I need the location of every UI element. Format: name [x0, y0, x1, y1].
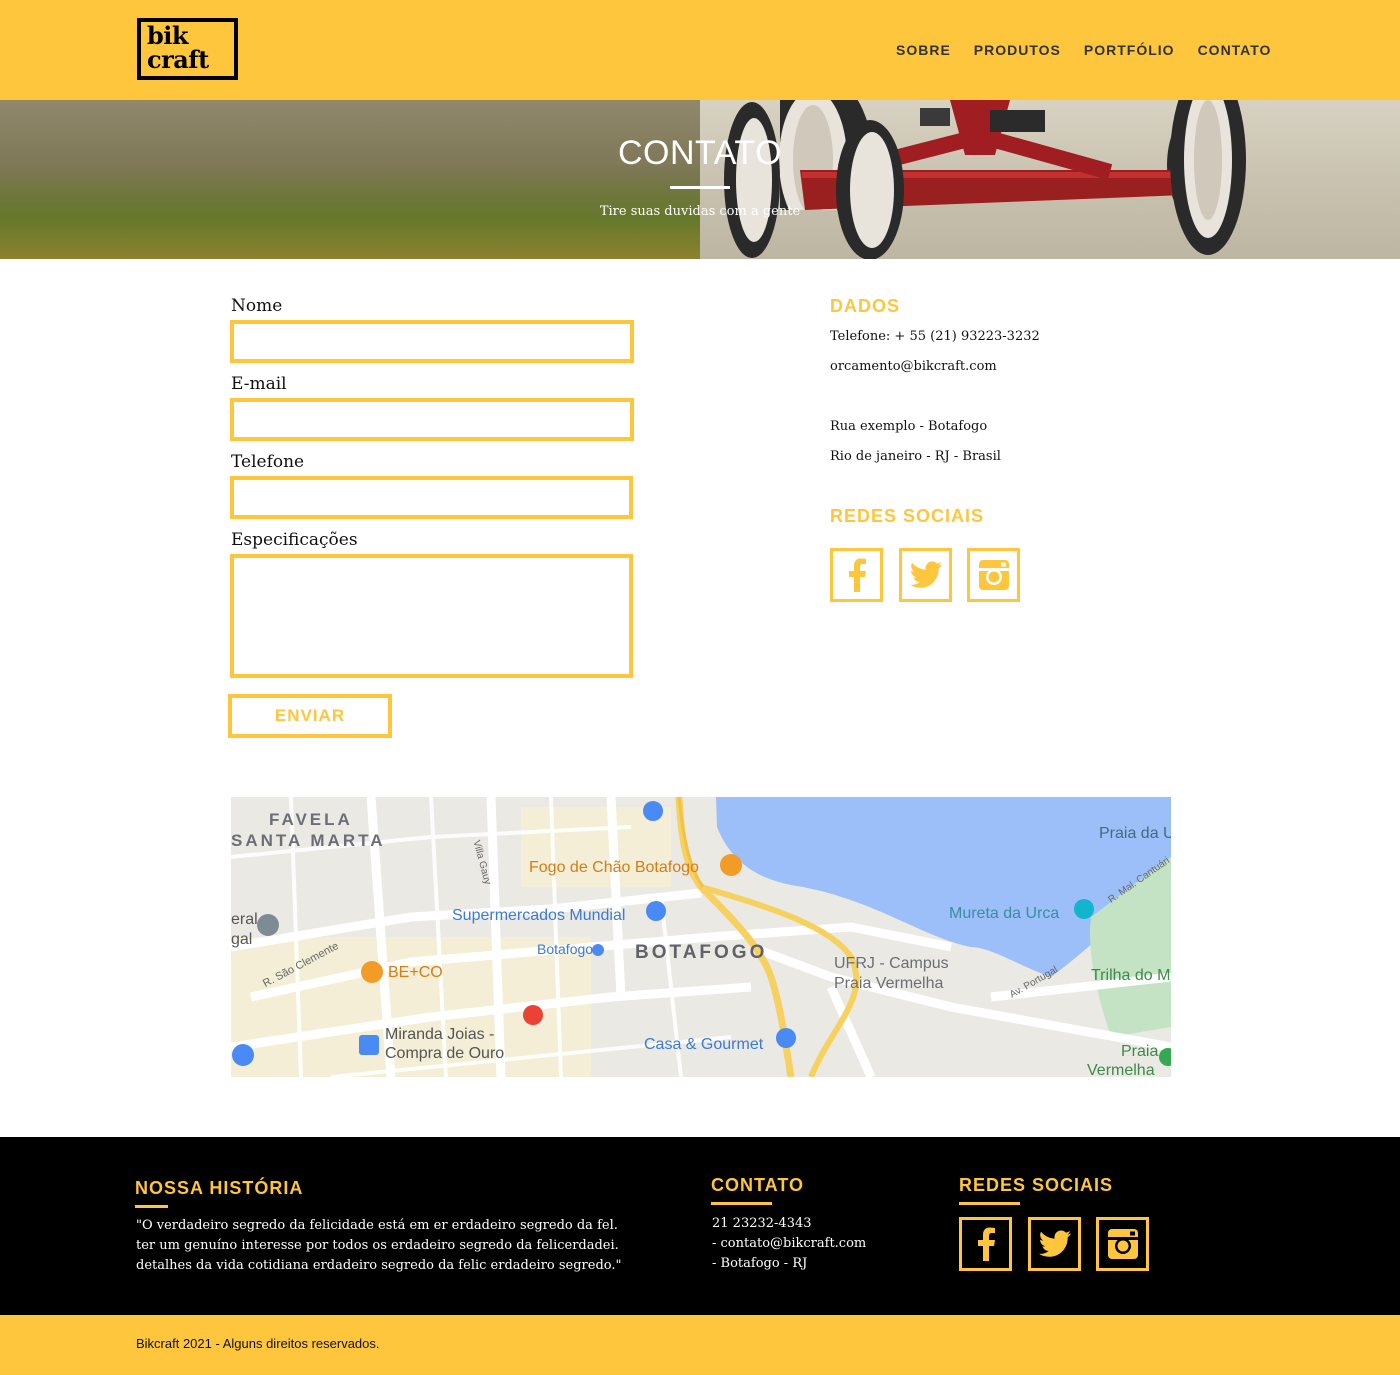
facebook-link[interactable] — [830, 548, 883, 602]
copyright-text: Bikcraft 2021 - Alguns direitos reservad… — [136, 1336, 380, 1351]
nav-link-produtos[interactable]: PRODUTOS — [974, 42, 1061, 58]
map-label-praia: Praia — [1121, 1043, 1159, 1060]
title-underline — [670, 186, 730, 189]
footer-contact-place: - Botafogo - RJ — [712, 1256, 808, 1271]
specs-label: Especificações — [231, 530, 358, 550]
location-map[interactable]: FAVELA SANTA MARTA Villa Gauy Fogo de Ch… — [231, 797, 1171, 1077]
map-label-praia-vermelha-campus: Praia Vermelha — [834, 975, 944, 992]
twitter-icon — [909, 561, 942, 588]
logo-line-2: craft — [147, 45, 209, 74]
map-label-fogo: Fogo de Chão Botafogo — [529, 859, 699, 876]
map-label-casa-gourmet: Casa & Gourmet — [644, 1036, 764, 1053]
address-line-2: Rio de janeiro - RJ - Brasil — [830, 449, 1001, 464]
map-label-miranda: Miranda Joias - — [385, 1026, 495, 1043]
footer-contact-email: - contato@bikcraft.com — [712, 1236, 867, 1251]
dados-heading: DADOS — [830, 296, 901, 316]
specs-textarea[interactable] — [230, 554, 633, 678]
social-heading: REDES SOCIAIS — [830, 506, 985, 526]
nav-link-contato[interactable]: CONTATO — [1198, 42, 1272, 58]
footer-contact-heading: CONTATO — [711, 1175, 804, 1195]
copyright-bar: Bikcraft 2021 - Alguns direitos reservad… — [0, 1315, 1400, 1375]
footer-history-line-1: "O verdadeiro segredo da felicidade está… — [136, 1218, 618, 1233]
map-label-botafogo-metro: Botafogo — [537, 941, 594, 957]
hero-grass-background — [0, 100, 700, 259]
footer-twitter-link[interactable] — [1028, 1217, 1081, 1271]
nav-link-sobre[interactable]: SOBRE — [896, 42, 951, 58]
phone-label: Telefone — [231, 452, 305, 472]
page-subtitle: Tire suas duvidas com a gente — [599, 204, 801, 219]
bikcraft-logo[interactable]: bik craft — [137, 18, 238, 80]
hero-wheel-middle — [836, 120, 904, 259]
map-label-vermelha: Vermelha — [1087, 1062, 1155, 1077]
facebook-icon — [848, 558, 866, 592]
map-label-mureta: Mureta da Urca — [949, 905, 1060, 922]
contact-email: orcamento@bikcraft.com — [830, 359, 997, 374]
map-label-ufrj: UFRJ - Campus — [834, 955, 949, 972]
submit-button[interactable]: ENVIAR — [228, 694, 392, 738]
footer-contact-underline — [711, 1202, 772, 1205]
map-label-trilha: Trilha do M — [1091, 967, 1171, 984]
contact-phone: Telefone: + 55 (21) 93223-3232 — [830, 329, 1040, 344]
map-label-praia-da-urca: Praia da U — [1099, 825, 1171, 842]
site-footer: NOSSA HISTÓRIA "O verdadeiro segredo da … — [0, 1137, 1400, 1315]
map-label-eral: eral — [231, 911, 258, 928]
map-label-santa-marta: SANTA MARTA — [231, 831, 386, 850]
instagram-icon — [978, 560, 1009, 590]
map-label-gal: gal — [231, 931, 253, 948]
hero-banner — [0, 100, 1400, 259]
footer-history-line-2: ter um genuíno interesse por todos os er… — [136, 1238, 619, 1253]
email-field[interactable] — [230, 398, 634, 441]
footer-social-heading: REDES SOCIAIS — [959, 1175, 1114, 1195]
footer-social-underline — [959, 1202, 1020, 1205]
footer-facebook-link[interactable] — [959, 1217, 1012, 1271]
map-label-compra-de-ouro: Compra de Ouro — [385, 1045, 505, 1062]
footer-history-underline — [135, 1205, 168, 1208]
map-label-favela: FAVELA — [269, 810, 353, 829]
hero-wheel-left — [724, 102, 780, 258]
map-label-beco: BE+CO — [388, 964, 443, 981]
name-field[interactable] — [230, 320, 634, 363]
instagram-icon — [1107, 1229, 1138, 1259]
email-label: E-mail — [231, 374, 287, 394]
map-label-supermercados: Supermercados Mundial — [452, 907, 626, 924]
hero-wheel-right — [1170, 100, 1246, 255]
facebook-icon — [977, 1227, 995, 1261]
map-label-botafogo: BOTAFOGO — [635, 942, 768, 963]
footer-instagram-link[interactable] — [1096, 1217, 1149, 1271]
site-header: bik craft SOBRE PRODUTOS PORTFÓLIO CONTA… — [0, 0, 1400, 100]
address-line-1: Rua exemplo - Botafogo — [830, 419, 988, 434]
footer-history-line-3: detalhes da vida cotidiana erdadeiro seg… — [136, 1258, 622, 1273]
twitter-icon — [1038, 1230, 1071, 1257]
footer-contact-phone: 21 23232-4343 — [712, 1216, 812, 1231]
nav-link-portfolio[interactable]: PORTFÓLIO — [1084, 42, 1175, 58]
footer-history-heading: NOSSA HISTÓRIA — [135, 1178, 304, 1198]
name-label: Nome — [231, 296, 283, 316]
twitter-link[interactable] — [899, 548, 952, 602]
phone-field[interactable] — [230, 476, 633, 519]
instagram-link[interactable] — [967, 548, 1020, 602]
main-nav: SOBRE PRODUTOS PORTFÓLIO CONTATO — [896, 42, 1294, 58]
page-title: CONTATO — [617, 134, 783, 172]
